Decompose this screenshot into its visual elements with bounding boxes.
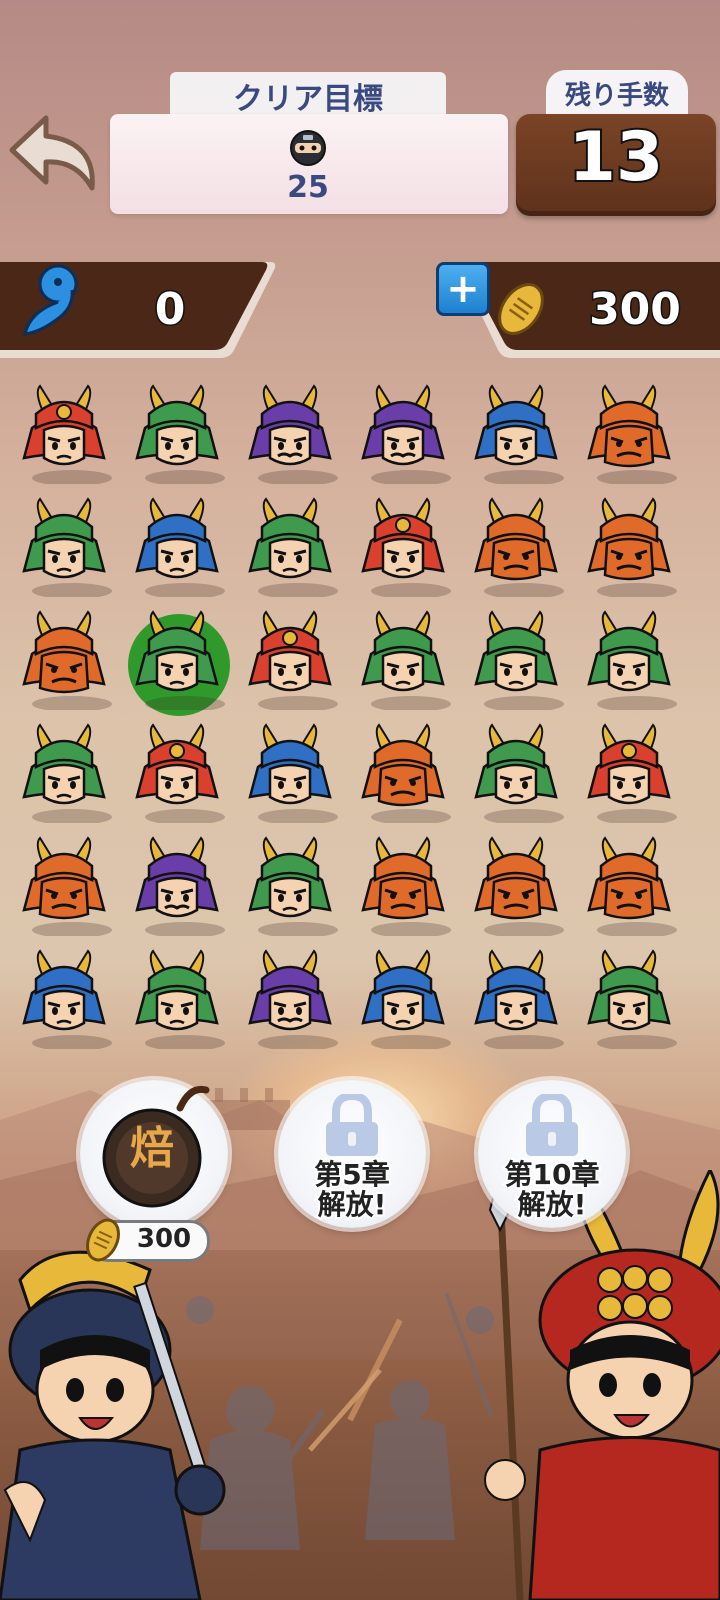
tile-green-samurai[interactable]	[466, 723, 566, 823]
tile-blue-samurai[interactable]	[14, 949, 114, 1049]
purple-samurai-icon	[248, 384, 338, 484]
coin-value: 300	[588, 283, 683, 337]
moves-count: 13	[567, 116, 666, 199]
koban-coin-icon	[86, 1218, 120, 1262]
tile-oni-samurai[interactable]	[14, 610, 114, 710]
magatama-value: 0	[153, 283, 187, 337]
goal-title: クリア目標	[170, 72, 446, 120]
koban-coin-icon	[498, 283, 544, 335]
green-samurai-icon	[135, 949, 225, 1049]
tile-oni-samurai[interactable]	[353, 836, 453, 936]
red-samurai-icon	[361, 497, 451, 597]
blue-samurai-icon	[135, 497, 225, 597]
oni-samurai-icon	[587, 384, 677, 484]
lock-text-line2: 解放!	[316, 1188, 389, 1222]
tile-green-samurai[interactable]	[579, 610, 679, 710]
lock-icon	[526, 1094, 578, 1156]
tile-oni-samurai[interactable]	[579, 384, 679, 484]
bomb-booster[interactable]: 焙	[80, 1080, 228, 1228]
back-button[interactable]	[6, 112, 102, 194]
locked-booster-chapter-10[interactable]: 第10章 解放!	[478, 1080, 626, 1228]
purple-samurai-icon	[135, 836, 225, 936]
green-samurai-icon	[22, 497, 112, 597]
oni-samurai-icon	[587, 497, 677, 597]
oni-samurai-icon	[22, 610, 112, 710]
tile-oni-samurai[interactable]	[579, 497, 679, 597]
tile-blue-samurai[interactable]	[466, 949, 566, 1049]
red-samurai-icon	[248, 610, 338, 710]
blue-samurai-icon	[248, 723, 338, 823]
tile-purple-samurai[interactable]	[240, 949, 340, 1049]
tile-blue-samurai[interactable]	[353, 949, 453, 1049]
tile-oni-samurai[interactable]	[466, 497, 566, 597]
red-samurai-character	[484, 1170, 720, 1600]
tile-green-samurai[interactable]	[14, 497, 114, 597]
blue-samurai-icon	[361, 949, 451, 1049]
tile-blue-samurai[interactable]	[240, 723, 340, 823]
tile-green-samurai[interactable]	[240, 497, 340, 597]
tile-red-samurai[interactable]	[353, 497, 453, 597]
red-samurai-icon	[135, 723, 225, 823]
tile-red-samurai[interactable]	[127, 723, 227, 823]
oni-samurai-icon	[474, 497, 564, 597]
tile-oni-samurai[interactable]	[579, 836, 679, 936]
purple-samurai-icon	[361, 384, 451, 484]
tile-green-samurai[interactable]	[579, 949, 679, 1049]
locked-booster-chapter-5[interactable]: 第5章 解放!	[278, 1080, 426, 1228]
oni-samurai-icon	[587, 836, 677, 936]
tile-red-samurai[interactable]	[579, 723, 679, 823]
goal-count: 25	[287, 170, 329, 205]
tile-purple-samurai[interactable]	[240, 384, 340, 484]
game-board	[14, 384, 706, 1068]
blue-samurai-icon	[22, 949, 112, 1049]
add-coins-button[interactable]: +	[436, 262, 490, 316]
moves-label: 残り手数	[546, 70, 688, 116]
tile-green-samurai[interactable]	[240, 836, 340, 936]
tile-green-samurai[interactable]	[466, 610, 566, 710]
oni-samurai-icon	[361, 723, 451, 823]
tile-purple-samurai[interactable]	[127, 836, 227, 936]
bomb-kanji: 焙	[130, 1123, 174, 1174]
tile-oni-samurai[interactable]	[466, 836, 566, 936]
red-samurai-icon	[587, 723, 677, 823]
blue-samurai-icon	[474, 384, 564, 484]
green-samurai-icon	[248, 497, 338, 597]
oni-samurai-icon	[474, 836, 564, 936]
tile-red-samurai[interactable]	[14, 384, 114, 484]
bomb-price: 300	[136, 1224, 192, 1254]
oni-samurai-icon	[361, 836, 451, 936]
tile-green-samurai[interactable]	[353, 610, 453, 710]
tile-green-samurai[interactable]	[127, 384, 227, 484]
blue-samurai-character	[0, 1250, 226, 1600]
green-samurai-icon	[474, 723, 564, 823]
lock-text-line1: 第10章	[503, 1158, 602, 1192]
tile-green-samurai[interactable]	[127, 610, 230, 716]
green-samurai-icon	[587, 949, 677, 1049]
tile-oni-samurai[interactable]	[353, 723, 453, 823]
tile-green-samurai[interactable]	[14, 723, 114, 823]
red-samurai-icon	[22, 384, 112, 484]
tile-red-samurai[interactable]	[240, 610, 340, 710]
blue-samurai-icon	[474, 949, 564, 1049]
green-samurai-icon	[248, 836, 338, 936]
tile-blue-samurai[interactable]	[466, 384, 566, 484]
lock-text-line1: 第5章	[312, 1158, 391, 1192]
ninja-icon	[290, 130, 326, 166]
green-samurai-icon	[22, 723, 112, 823]
lock-icon	[326, 1094, 378, 1156]
purple-samurai-icon	[248, 949, 338, 1049]
oni-samurai-icon	[22, 836, 112, 936]
tile-oni-samurai[interactable]	[14, 836, 114, 936]
green-samurai-icon	[474, 610, 564, 710]
tile-purple-samurai[interactable]	[353, 384, 453, 484]
tile-blue-samurai[interactable]	[127, 497, 227, 597]
lock-text-line2: 解放!	[516, 1188, 589, 1222]
tile-green-samurai[interactable]	[127, 949, 227, 1049]
green-samurai-icon	[587, 610, 677, 710]
green-samurai-icon	[135, 384, 225, 484]
green-samurai-icon	[135, 610, 225, 710]
green-samurai-icon	[361, 610, 451, 710]
